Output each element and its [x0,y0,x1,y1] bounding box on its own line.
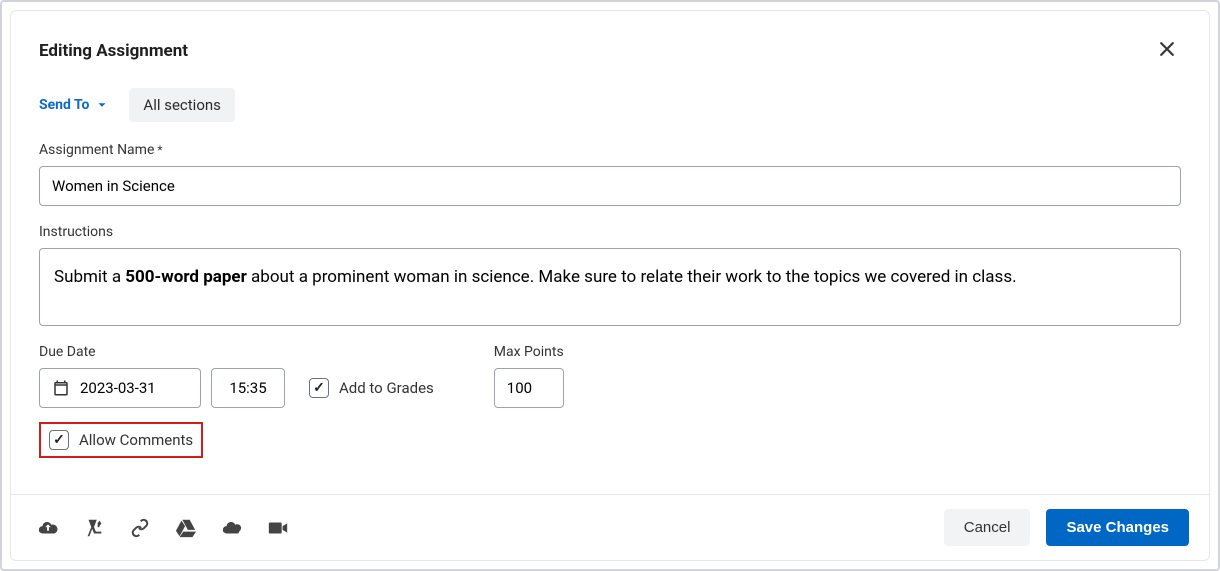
assignment-name-label: Assignment Name [39,142,1181,158]
link-icon[interactable] [129,517,151,539]
calendar-icon [52,379,70,397]
due-time-value: 15:35 [229,379,266,397]
equation-icon[interactable] [83,517,105,539]
close-button[interactable] [1153,35,1181,66]
cancel-button[interactable]: Cancel [944,509,1031,546]
max-points-value: 100 [507,379,532,397]
send-to-label: Send To [39,97,89,113]
checkbox-icon [49,430,69,450]
instructions-text-prefix: Submit a [54,267,125,287]
page-title: Editing Assignment [39,41,188,61]
max-points-label: Max Points [494,344,564,360]
send-to-dropdown[interactable]: Send To [39,97,109,113]
save-changes-button[interactable]: Save Changes [1046,509,1189,546]
checkbox-icon [309,378,329,398]
instructions-label: Instructions [39,224,1181,240]
due-time-input[interactable]: 15:35 [211,368,285,408]
add-to-grades-checkbox[interactable]: Add to Grades [309,378,434,398]
close-icon [1157,39,1177,59]
upload-icon[interactable] [37,517,59,539]
video-icon[interactable] [267,517,289,539]
chevron-down-icon [95,98,109,112]
assignment-edit-panel: Editing Assignment Send To All sections … [10,10,1210,561]
google-drive-icon[interactable] [175,517,197,539]
instructions-input[interactable]: Submit a 500-word paper about a prominen… [39,248,1181,326]
allow-comments-label: Allow Comments [79,431,193,449]
add-to-grades-label: Add to Grades [339,379,434,397]
assignment-name-input[interactable] [39,166,1181,206]
allow-comments-checkbox[interactable]: Allow Comments [49,430,193,450]
instructions-text-suffix: about a prominent woman in science. Make… [247,267,1017,287]
section-chip[interactable]: All sections [129,88,234,122]
due-date-value: 2023-03-31 [80,379,156,397]
instructions-text-bold: 500-word paper [125,267,247,287]
onedrive-icon[interactable] [221,517,243,539]
due-date-input[interactable]: 2023-03-31 [39,368,201,408]
allow-comments-highlight: Allow Comments [39,422,203,458]
max-points-input[interactable]: 100 [494,368,564,408]
due-date-label: Due Date [39,344,434,360]
